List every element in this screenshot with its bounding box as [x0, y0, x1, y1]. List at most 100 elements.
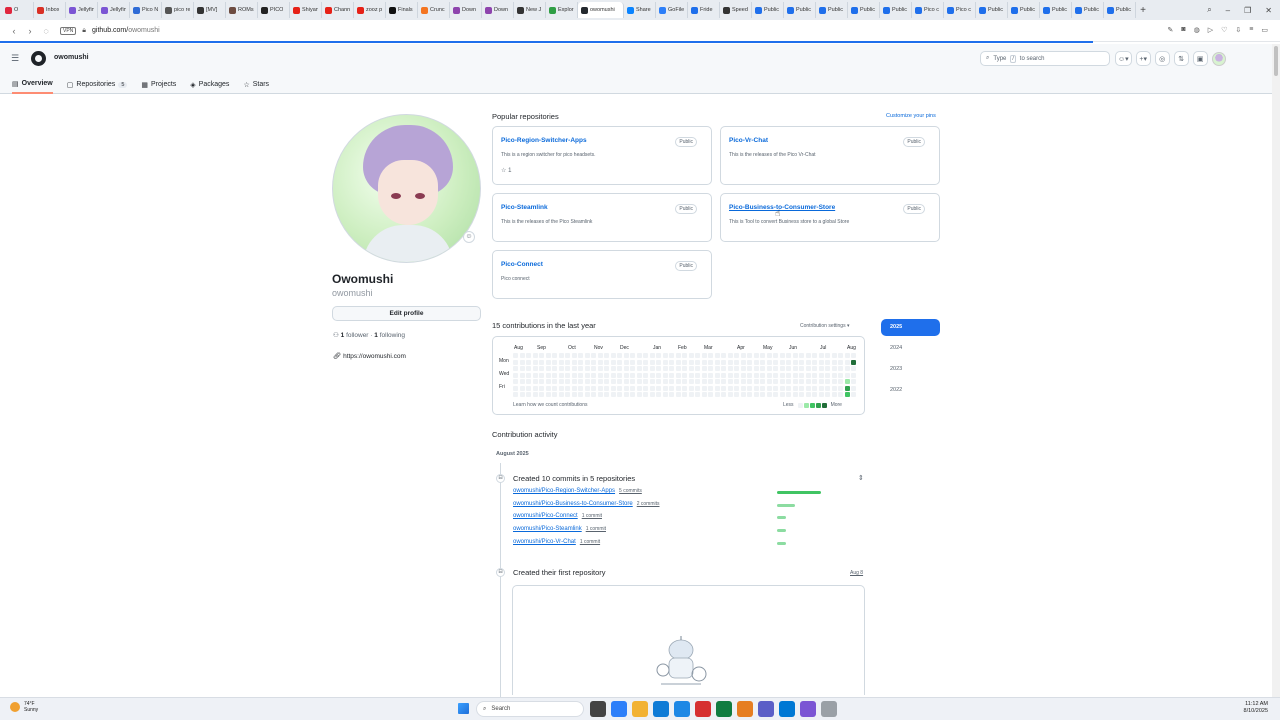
contribution-day[interactable]	[513, 372, 518, 378]
contribution-day[interactable]	[740, 372, 746, 378]
vpn-badge[interactable]: VPN	[60, 26, 77, 35]
contribution-day[interactable]	[519, 372, 525, 378]
contribution-day[interactable]	[779, 379, 785, 384]
contribution-day[interactable]	[565, 392, 570, 397]
weather-widget[interactable]: 74°F Sunny	[10, 701, 38, 713]
browser-tab[interactable]: pico re	[162, 2, 194, 18]
taskbar-app-icon[interactable]	[716, 701, 732, 717]
contribution-day[interactable]	[539, 385, 544, 391]
contribution-day[interactable]	[675, 359, 681, 365]
contribution-day[interactable]	[682, 379, 687, 384]
contribution-day[interactable]	[571, 385, 577, 391]
contribution-day[interactable]	[812, 385, 817, 391]
contribution-day[interactable]	[513, 379, 518, 384]
contribution-day[interactable]	[740, 379, 746, 384]
contribution-day[interactable]	[812, 359, 817, 365]
contribution-day[interactable]	[630, 366, 635, 371]
contribution-day[interactable]	[584, 353, 590, 358]
contribution-day[interactable]	[779, 366, 785, 371]
contribution-day[interactable]	[812, 372, 817, 378]
contribution-day[interactable]	[675, 392, 681, 397]
set-status-icon[interactable]: ☺	[463, 231, 475, 243]
contribution-day[interactable]	[662, 353, 668, 358]
contribution-day[interactable]	[688, 379, 694, 384]
contribution-day[interactable]	[799, 372, 804, 378]
contribution-day[interactable]	[844, 379, 850, 384]
contribution-day[interactable]	[675, 353, 681, 358]
taskbar-app-icon[interactable]	[611, 701, 627, 717]
contribution-day[interactable]	[721, 379, 726, 384]
browser-tab[interactable]: Explor	[546, 2, 578, 18]
contribution-day[interactable]	[558, 385, 564, 391]
contribution-day[interactable]	[773, 385, 778, 391]
contribution-day[interactable]	[643, 372, 648, 378]
contribution-day[interactable]	[636, 372, 642, 378]
contribution-day[interactable]	[688, 366, 694, 371]
contribution-day[interactable]	[526, 385, 531, 391]
contribution-day[interactable]	[851, 379, 856, 384]
contribution-day[interactable]	[734, 372, 739, 378]
inbox-icon[interactable]: ▣	[1192, 51, 1208, 66]
repo-name-link[interactable]: Pico-Region-Switcher-Apps	[501, 137, 587, 144]
contribution-day[interactable]	[701, 385, 707, 391]
browser-tab[interactable]: Share	[624, 2, 656, 18]
contribution-day[interactable]	[805, 392, 811, 397]
contribution-day[interactable]	[792, 385, 798, 391]
contribution-day[interactable]	[753, 366, 759, 371]
browser-tab[interactable]: Chann	[322, 2, 354, 18]
contribution-day[interactable]	[773, 353, 778, 358]
contribution-day[interactable]	[688, 372, 694, 378]
contribution-day[interactable]	[766, 372, 772, 378]
contribution-day[interactable]	[786, 366, 791, 371]
contribution-day[interactable]	[656, 385, 661, 391]
contribution-day[interactable]	[545, 385, 551, 391]
contribution-day[interactable]	[838, 379, 843, 384]
contribution-day[interactable]	[766, 359, 772, 365]
contribution-day[interactable]	[714, 379, 720, 384]
contribution-day[interactable]	[565, 359, 570, 365]
contribution-day[interactable]	[682, 392, 687, 397]
contribution-day[interactable]	[831, 372, 837, 378]
close-window-button[interactable]: ✕	[1265, 6, 1272, 15]
contribution-day[interactable]	[818, 385, 824, 391]
contribution-day[interactable]	[747, 392, 752, 397]
contribution-day[interactable]	[812, 353, 817, 358]
contribution-day[interactable]	[792, 392, 798, 397]
taskbar-app-icon[interactable]	[800, 701, 816, 717]
tab-repositories[interactable]: ▢ Repositories 5	[67, 75, 128, 94]
hamburger-menu-icon[interactable]: ☰	[11, 53, 19, 64]
contribution-day[interactable]	[766, 392, 772, 397]
browser-tab[interactable]: GoFile	[656, 2, 688, 18]
contribution-day[interactable]	[539, 359, 544, 365]
contribution-day[interactable]	[812, 392, 817, 397]
browser-tab[interactable]: Finals	[386, 2, 418, 18]
contribution-day[interactable]	[610, 379, 616, 384]
contribution-day[interactable]	[831, 379, 837, 384]
contribution-day[interactable]	[740, 353, 746, 358]
contribution-day[interactable]	[727, 359, 733, 365]
contribution-day[interactable]	[636, 385, 642, 391]
browser-tab[interactable]: owomushi	[578, 2, 624, 18]
contribution-day[interactable]	[734, 353, 739, 358]
taskbar-app-icon[interactable]	[821, 701, 837, 717]
contribution-day[interactable]	[773, 359, 778, 365]
contribution-day[interactable]	[565, 353, 570, 358]
user-avatar[interactable]	[1211, 51, 1226, 66]
contribution-day[interactable]	[636, 392, 642, 397]
commit-count-link[interactable]: 5 commits	[619, 488, 642, 494]
contribution-day[interactable]	[545, 392, 551, 397]
contribution-day[interactable]	[682, 353, 687, 358]
taskbar-app-icon[interactable]	[737, 701, 753, 717]
contribution-day[interactable]	[851, 372, 856, 378]
contribution-day[interactable]	[766, 366, 772, 371]
contribution-day[interactable]	[656, 366, 661, 371]
contribution-day[interactable]	[799, 385, 804, 391]
contribution-day[interactable]	[792, 379, 798, 384]
contribution-day[interactable]	[786, 372, 791, 378]
contribution-day[interactable]	[805, 359, 811, 365]
contribution-day[interactable]	[558, 392, 564, 397]
contribution-day[interactable]	[623, 379, 629, 384]
contribution-day[interactable]	[649, 392, 655, 397]
menu-icon[interactable]: ≡	[1249, 26, 1253, 34]
contribution-day[interactable]	[818, 379, 824, 384]
